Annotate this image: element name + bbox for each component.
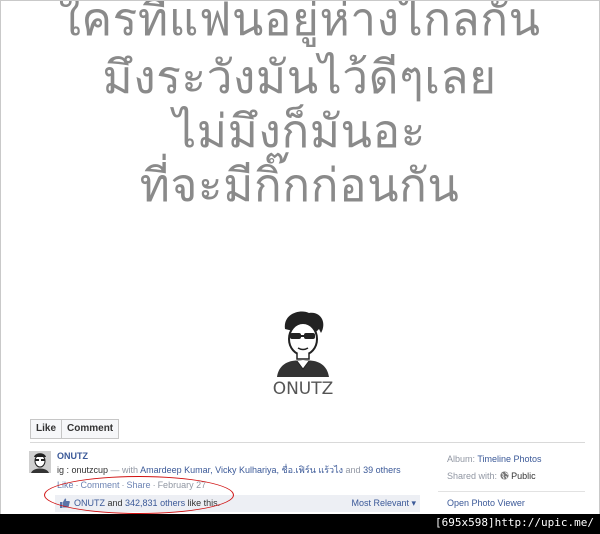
globe-icon	[499, 471, 509, 480]
photo-details-sidebar: Album: Timeline Photos Shared with: Publ…	[447, 451, 542, 485]
quote-line-4: ที่จะมีกิ๊กก่อนกัน	[139, 158, 460, 212]
tagged-friends-link[interactable]: Amardeep Kumar, Vicky Kulhariya, ชื่อ.เฟ…	[140, 465, 343, 475]
quote-line-3: ไม่มึงก็มันอะ	[173, 104, 426, 158]
post-photo[interactable]: ใครที่แฟนอยู่ห่างไกลกัน มึงระวังมันไว้ดี…	[1, 1, 598, 411]
highlight-circle	[44, 476, 234, 514]
others-link[interactable]: 39 others	[363, 465, 401, 475]
brand-label: ONUTZ	[272, 379, 334, 399]
sidebar-divider	[438, 491, 585, 492]
privacy-value[interactable]: Public	[511, 471, 536, 481]
watermark-strip: [695x598]http://upic.me/	[0, 514, 600, 534]
section-divider	[30, 442, 585, 443]
caption-text: ig : onutzcup	[57, 465, 109, 475]
post-author-link[interactable]: ONUTZ	[57, 451, 88, 461]
album-link[interactable]: Timeline Photos	[477, 454, 541, 464]
with-prefix: — with	[108, 465, 141, 475]
like-button[interactable]: Like	[30, 419, 63, 439]
shared-label: Shared with:	[447, 471, 498, 481]
cartoon-portrait-icon	[277, 311, 329, 377]
shared-row: Shared with: Public	[447, 468, 542, 485]
album-label: Album:	[447, 454, 476, 464]
sort-dropdown[interactable]: Most Relevant ▾	[351, 498, 416, 509]
profile-avatar-icon	[29, 451, 51, 473]
quote-line-1: ใครที่แฟนอยู่ห่างไกลกัน	[58, 1, 541, 46]
watermark-text: [695x598]http://upic.me/	[435, 516, 594, 529]
photo-action-bar: Like Comment	[30, 419, 120, 439]
avatar[interactable]	[29, 451, 51, 473]
comment-button[interactable]: Comment	[62, 419, 120, 439]
album-row: Album: Timeline Photos	[447, 451, 542, 468]
and-text: and	[343, 465, 364, 475]
quote-line-2: มึงระวังมันไว้ดีๆเลย	[102, 50, 497, 104]
open-photo-viewer-link[interactable]: Open Photo Viewer	[447, 498, 525, 508]
post-caption: ig : onutzcup — with Amardeep Kumar, Vic…	[57, 463, 401, 477]
